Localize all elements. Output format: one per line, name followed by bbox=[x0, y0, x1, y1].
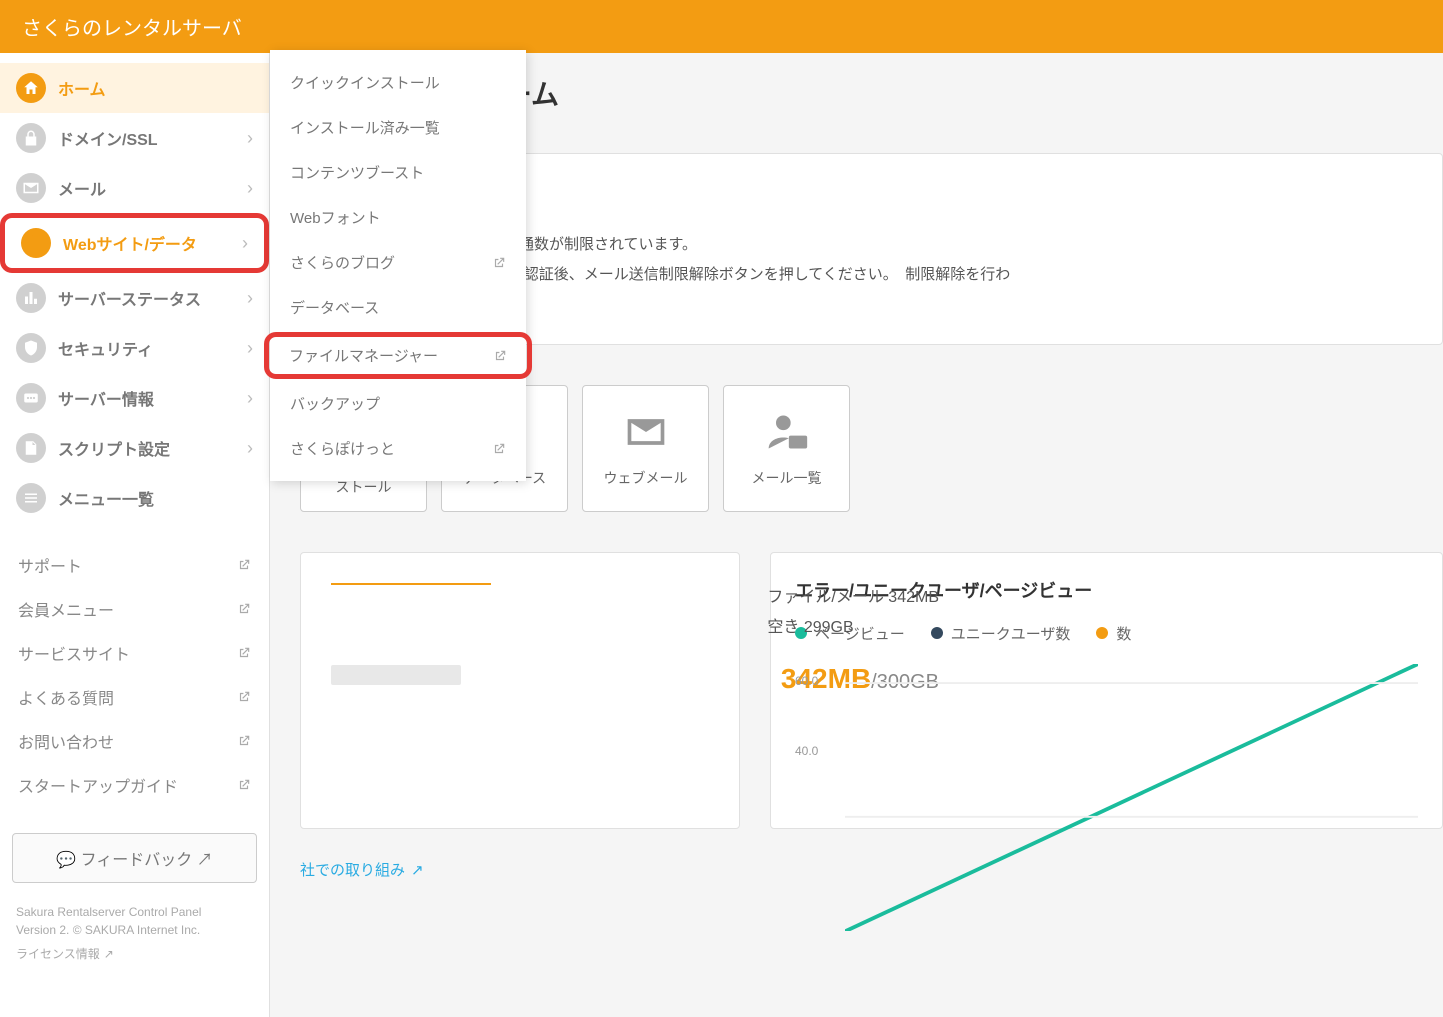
sidebar-link-0[interactable]: サポート bbox=[16, 543, 253, 587]
sidebar-item-label: ホーム bbox=[58, 76, 253, 100]
license-link[interactable]: ライセンス情報 bbox=[16, 945, 100, 963]
legend-dot bbox=[1096, 627, 1108, 639]
external-link-icon: ↗ bbox=[411, 861, 424, 879]
chevron-right-icon: › bbox=[247, 178, 253, 199]
sidebar-item-label: Webサイト/データ bbox=[63, 231, 242, 255]
chevron-right-icon: › bbox=[247, 388, 253, 409]
external-link-icon bbox=[492, 256, 506, 270]
external-link-icon bbox=[237, 646, 251, 660]
sidebar-item-4[interactable]: サーバーステータス › bbox=[0, 273, 269, 323]
submenu-item-7[interactable]: バックアップ bbox=[270, 381, 526, 426]
external-link-icon bbox=[237, 558, 251, 572]
external-link-icon: ↗ bbox=[104, 945, 114, 963]
list-icon bbox=[16, 483, 46, 513]
submenu-item-3[interactable]: Webフォント bbox=[270, 195, 526, 240]
tile-2[interactable]: ウェブメール bbox=[582, 385, 709, 512]
sidebar-item-3[interactable]: Webサイト/データ › bbox=[0, 213, 269, 273]
info-icon bbox=[16, 383, 46, 413]
chevron-right-icon: › bbox=[242, 233, 248, 254]
sidebar-link-1[interactable]: 会員メニュー bbox=[16, 587, 253, 631]
comment-icon: 💬 bbox=[56, 852, 80, 869]
home-icon bbox=[16, 73, 46, 103]
external-link-icon bbox=[237, 690, 251, 704]
chart-line-svg bbox=[845, 664, 1418, 931]
external-link-icon bbox=[493, 349, 507, 363]
external-link-icon bbox=[237, 602, 251, 616]
submenu-item-2[interactable]: コンテンツブースト bbox=[270, 150, 526, 195]
app-title: さくらのレンタルサーバ bbox=[22, 18, 242, 40]
lock-icon bbox=[16, 123, 46, 153]
chart-icon bbox=[16, 283, 46, 313]
sidebar-item-label: メール bbox=[58, 176, 247, 200]
tile-3[interactable]: メール一覧 bbox=[723, 385, 850, 512]
tile-label: メール一覧 bbox=[752, 469, 822, 487]
sidebar-item-label: ドメイン/SSL bbox=[58, 126, 247, 150]
submenu-item-8[interactable]: さくらぽけっと bbox=[270, 426, 526, 471]
disk-usage-card: ファイル/メール 342MB 空き 299GB 342MB/300GB bbox=[300, 552, 740, 829]
submenu-item-1[interactable]: インストール済み一覧 bbox=[270, 105, 526, 150]
sidebar-item-0[interactable]: ホーム bbox=[0, 63, 269, 113]
chevron-right-icon: › bbox=[247, 338, 253, 359]
disk-bar bbox=[331, 665, 461, 685]
sidebar-item-6[interactable]: サーバー情報 › bbox=[0, 373, 269, 423]
sidebar-footer: Sakura Rentalserver Control Panel Versio… bbox=[0, 903, 269, 983]
external-link-icon bbox=[492, 442, 506, 456]
submenu-item-5[interactable]: データベース bbox=[270, 285, 526, 330]
sidebar-item-label: スクリプト設定 bbox=[58, 436, 247, 460]
submenu-item-4[interactable]: さくらのブログ bbox=[270, 240, 526, 285]
sidebar-item-label: サーバー情報 bbox=[58, 386, 247, 410]
disk-info: ファイル/メール 342MB 空き 299GB bbox=[767, 583, 939, 644]
globe-icon bbox=[21, 228, 51, 258]
sidebar-item-label: メニュー一覧 bbox=[58, 486, 253, 510]
chevron-right-icon: › bbox=[247, 288, 253, 309]
sidebar-link-5[interactable]: スタートアップガイド bbox=[16, 763, 253, 807]
submenu-item-0[interactable]: クイックインストール bbox=[270, 60, 526, 105]
submenu-websitedata: クイックインストールインストール済み一覧コンテンツブーストWebフォントさくらの… bbox=[270, 50, 526, 481]
sidebar-item-2[interactable]: メール › bbox=[0, 163, 269, 213]
shield-icon bbox=[16, 333, 46, 363]
feedback-button[interactable]: 💬 フィードバック ↗ bbox=[12, 833, 257, 883]
sidebar-link-3[interactable]: よくある質問 bbox=[16, 675, 253, 719]
chart-area: 60.0 40.0 bbox=[795, 664, 1418, 804]
external-link-icon bbox=[237, 734, 251, 748]
legend-item-1: ユニークユーザ数 bbox=[931, 623, 1071, 644]
chevron-right-icon: › bbox=[247, 128, 253, 149]
sidebar-item-label: サーバーステータス bbox=[58, 286, 247, 310]
user-mail-icon bbox=[765, 410, 809, 459]
chevron-right-icon: › bbox=[247, 438, 253, 459]
sidebar-item-7[interactable]: スクリプト設定 › bbox=[0, 423, 269, 473]
sidebar-link-2[interactable]: サービスサイト bbox=[16, 631, 253, 675]
submenu-item-6[interactable]: ファイルマネージャー bbox=[264, 332, 532, 379]
sidebar-item-1[interactable]: ドメイン/SSL › bbox=[0, 113, 269, 163]
script-icon bbox=[16, 433, 46, 463]
mail-icon bbox=[624, 410, 668, 459]
mail-icon bbox=[16, 173, 46, 203]
sidebar-item-8[interactable]: メニュー一覧 bbox=[0, 473, 269, 523]
sidebar-item-5[interactable]: セキュリティ › bbox=[0, 323, 269, 373]
sidebar-link-4[interactable]: お問い合わせ bbox=[16, 719, 253, 763]
external-link-icon: ↗ bbox=[192, 852, 212, 869]
sidebar-item-label: セキュリティ bbox=[58, 336, 247, 360]
sidebar: ホーム ドメイン/SSL › メール › Webサイト/データ › サーバーステ… bbox=[0, 53, 270, 1017]
legend-item-2: 数 bbox=[1096, 623, 1131, 644]
tile-label: ウェブメール bbox=[604, 469, 688, 487]
external-link-icon bbox=[237, 778, 251, 792]
app-header: さくらのレンタルサーバ bbox=[0, 0, 1443, 53]
